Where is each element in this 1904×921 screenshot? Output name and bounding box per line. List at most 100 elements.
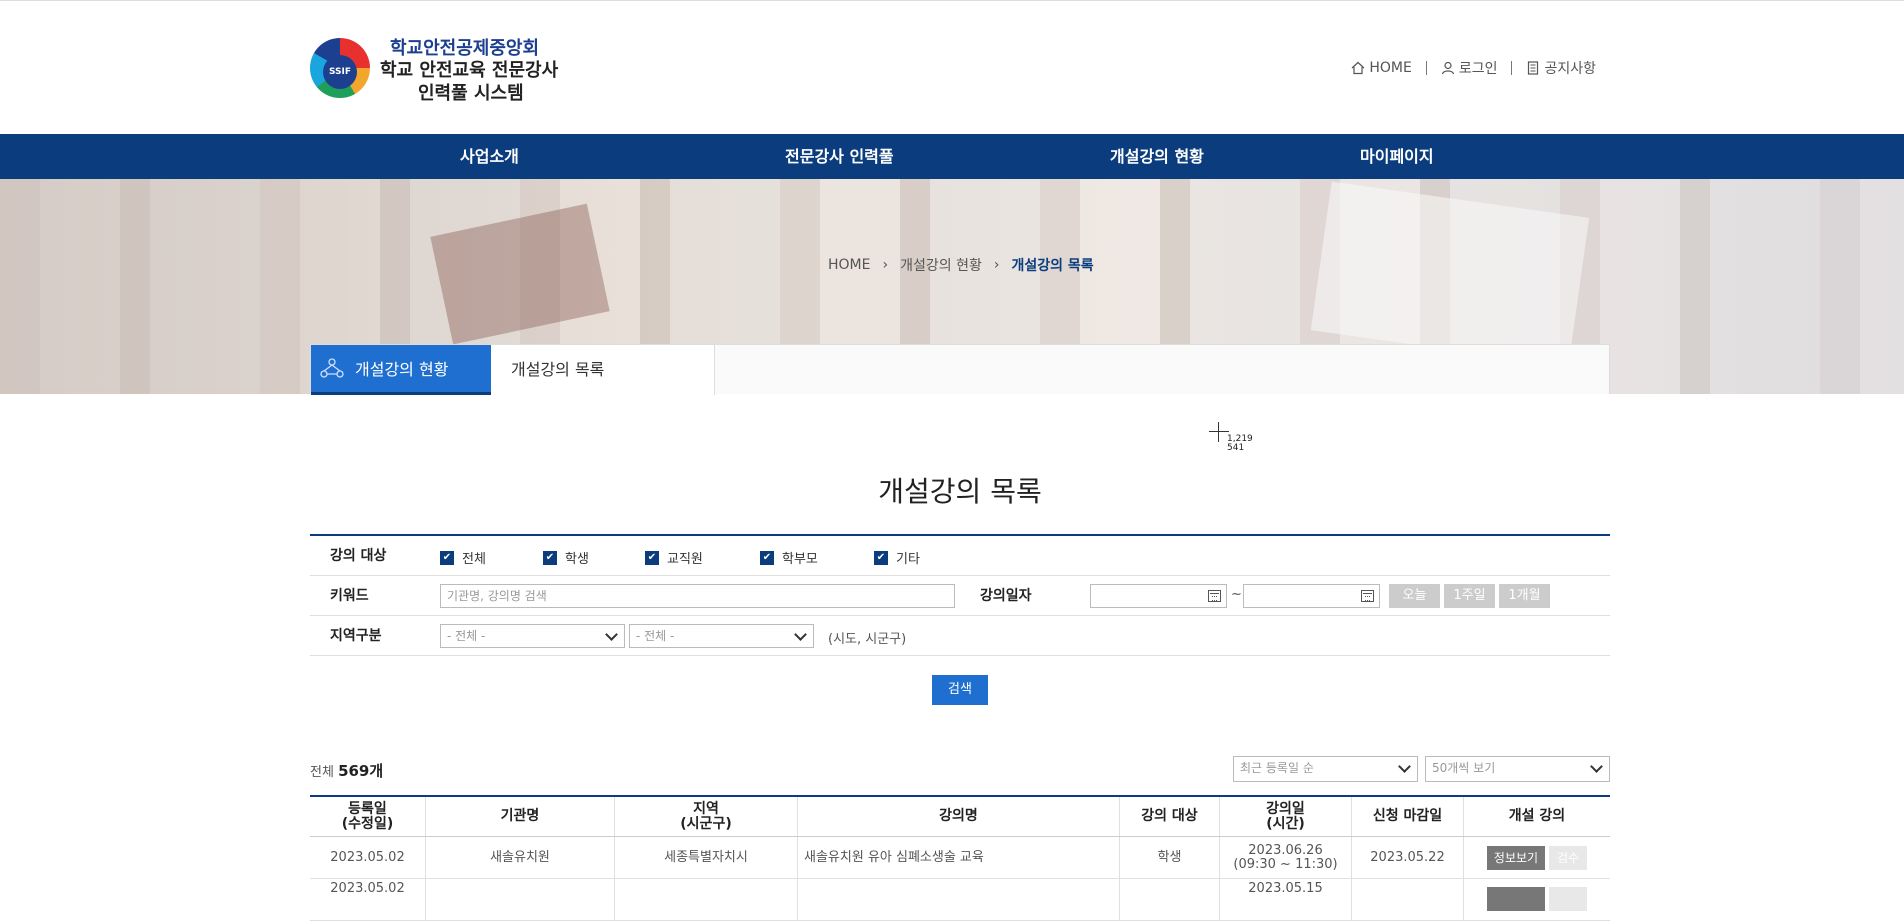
cell-reg-date: 2023.05.02 (310, 879, 426, 920)
checkbox-target-student[interactable]: ✔ 학생 (543, 548, 589, 567)
checkbox-label: 기타 (896, 552, 920, 567)
util-home-link[interactable]: HOME (1351, 60, 1412, 76)
nav-item-lecture-status[interactable]: 개설강의 현황 (1110, 134, 1204, 179)
date-end-input[interactable] (1243, 584, 1380, 608)
tab-lecture-list[interactable]: 개설강의 목록 (491, 345, 715, 395)
nav-item-mypage[interactable]: 마이페이지 (1360, 134, 1434, 179)
check-icon: ✔ (874, 550, 888, 565)
cell-org (426, 879, 615, 920)
select-value: - 전체 - (636, 629, 675, 643)
date-label: 강의일자 (980, 588, 1032, 604)
lecture-date: 2023.06.26 (1248, 842, 1323, 858)
search-button[interactable]: 검색 (932, 675, 988, 705)
cell-lecture-date: 2023.05.15 (1220, 879, 1352, 920)
date-1week-button[interactable]: 1주일 (1444, 584, 1495, 608)
page-size-select[interactable]: 50개씩 보기 (1425, 756, 1610, 782)
total-count: 전체 569개 (310, 760, 383, 781)
util-divider (1511, 61, 1513, 75)
utility-menu: HOME 로그인 공지사항 (1351, 58, 1596, 78)
lecture-time: (09:30 ~ 11:30) (1233, 856, 1338, 872)
tab-lecture-status[interactable]: 개설강의 현황 (311, 345, 491, 395)
checkbox-target-other[interactable]: ✔ 기타 (874, 548, 920, 567)
region-province-select[interactable]: - 전체 - (440, 624, 625, 648)
date-1month-button[interactable]: 1개월 (1499, 584, 1550, 608)
chevron-right-icon: › (993, 257, 1000, 273)
util-notice-label: 공지사항 (1544, 61, 1596, 77)
checkbox-target-parent[interactable]: ✔ 학부모 (760, 548, 818, 567)
breadcrumb: HOME › 개설강의 현황 › 개설강의 목록 (828, 255, 1094, 275)
sub-tabs: 개설강의 현황 개설강의 목록 (310, 344, 1610, 395)
date-separator: ~ (1231, 587, 1242, 602)
cell-deadline (1352, 879, 1464, 920)
checkbox-target-all[interactable]: ✔ 전체 (440, 548, 486, 567)
view-info-button[interactable] (1487, 887, 1545, 911)
nav-item-instructor-pool[interactable]: 전문강사 인력풀 (785, 134, 894, 179)
cell-reg-date: 2023.05.02 (310, 837, 426, 878)
select-value: - 전체 - (447, 629, 486, 643)
util-home-label: HOME (1369, 60, 1412, 76)
review-button[interactable]: 검수 (1549, 845, 1587, 870)
checkbox-target-staff[interactable]: ✔ 교직원 (645, 548, 703, 567)
logo-emblem: SSIF (310, 38, 370, 98)
col-reg-date: 등록일 (수정일) (310, 797, 426, 836)
notice-icon (1528, 61, 1539, 75)
checkbox-label: 학부모 (782, 552, 818, 567)
search-row-keyword: 키워드 기관명, 강의명 검색 강의일자 ~ 오늘 1주일 1개월 (310, 576, 1610, 616)
chevron-down-icon (1398, 760, 1411, 773)
cell-region: 세종특별자치시 (615, 837, 798, 878)
col-lecture-date: 강의일 (시간) (1220, 797, 1352, 836)
util-login-link[interactable]: 로그인 (1441, 58, 1497, 78)
cell-actions: 정보보기 검수 (1464, 837, 1610, 878)
col-title: 강의명 (798, 797, 1120, 836)
review-button[interactable] (1549, 887, 1587, 911)
col-region: 지역 (시군구) (615, 797, 798, 836)
region-label: 지역구분 (330, 628, 382, 644)
keyword-label: 키워드 (330, 588, 369, 604)
cell-org: 새솔유치원 (426, 837, 615, 878)
check-icon: ✔ (645, 550, 659, 565)
table-row: 2023.05.02 새솔유치원 세종특별자치시 새솔유치원 유아 심폐소생술 … (310, 837, 1610, 879)
date-start-input[interactable] (1090, 584, 1227, 608)
site-logo[interactable]: SSIF 학교안전공제중앙회 학교 안전교육 전문강사 인력풀 시스템 (310, 34, 560, 104)
col-deadline: 신청 마감일 (1352, 797, 1464, 836)
checkbox-label: 전체 (462, 552, 486, 567)
cursor-y-readout: 541 (1227, 443, 1245, 453)
search-row-region: 지역구분 - 전체 - - 전체 - (시도, 시군구) (310, 616, 1610, 656)
chevron-down-icon (1590, 760, 1603, 773)
col-actions: 개설 강의 (1508, 808, 1566, 824)
calendar-icon[interactable] (1361, 590, 1374, 602)
view-info-button[interactable]: 정보보기 (1487, 845, 1545, 870)
cell-deadline: 2023.05.22 (1352, 837, 1464, 878)
keyword-input[interactable]: 기관명, 강의명 검색 (440, 584, 955, 608)
user-icon (1441, 61, 1454, 75)
total-prefix: 전체 (310, 765, 334, 780)
region-hint: (시도, 시군구) (828, 632, 907, 647)
chevron-down-icon (794, 628, 807, 641)
util-notice-link[interactable]: 공지사항 (1526, 58, 1596, 78)
cell-target (1120, 879, 1220, 920)
check-icon: ✔ (760, 550, 774, 565)
cell-lecture-date: 2023.06.26 (09:30 ~ 11:30) (1220, 837, 1352, 878)
checkbox-label: 교직원 (667, 552, 703, 567)
table-header: 등록일 (수정일) 기관명 지역 (시군구) 강의명 강의 대상 강의일 (시간… (310, 797, 1610, 837)
breadcrumb-section[interactable]: 개설강의 현황 (900, 255, 982, 275)
region-district-select[interactable]: - 전체 - (629, 624, 814, 648)
cell-actions (1464, 879, 1610, 920)
site-header: SSIF 학교안전공제중앙회 학교 안전교육 전문강사 인력풀 시스템 HOME… (0, 1, 1904, 134)
search-form: 강의 대상 ✔ 전체 ✔ 학생 ✔ 교직원 ✔ 학부모 ✔ 기타 키워드 기관명… (310, 534, 1610, 656)
crosshair-icon (1209, 422, 1229, 442)
logo-system-name-2: 인력풀 시스템 (418, 83, 524, 104)
page-title: 개설강의 목록 (878, 475, 1042, 508)
date-today-button[interactable]: 오늘 (1389, 584, 1440, 608)
nav-item-about[interactable]: 사업소개 (460, 134, 519, 179)
select-value: 50개씩 보기 (1432, 761, 1496, 775)
calendar-icon[interactable] (1208, 590, 1221, 602)
breadcrumb-home[interactable]: HOME (828, 257, 870, 273)
checkbox-label: 학생 (565, 552, 589, 567)
check-icon: ✔ (543, 550, 557, 565)
sort-select[interactable]: 최근 등록일 순 (1233, 756, 1418, 782)
home-icon (1351, 61, 1365, 75)
breadcrumb-current: 개설강의 목록 (1011, 258, 1094, 274)
check-icon: ✔ (440, 550, 454, 565)
cell-region (615, 879, 798, 920)
